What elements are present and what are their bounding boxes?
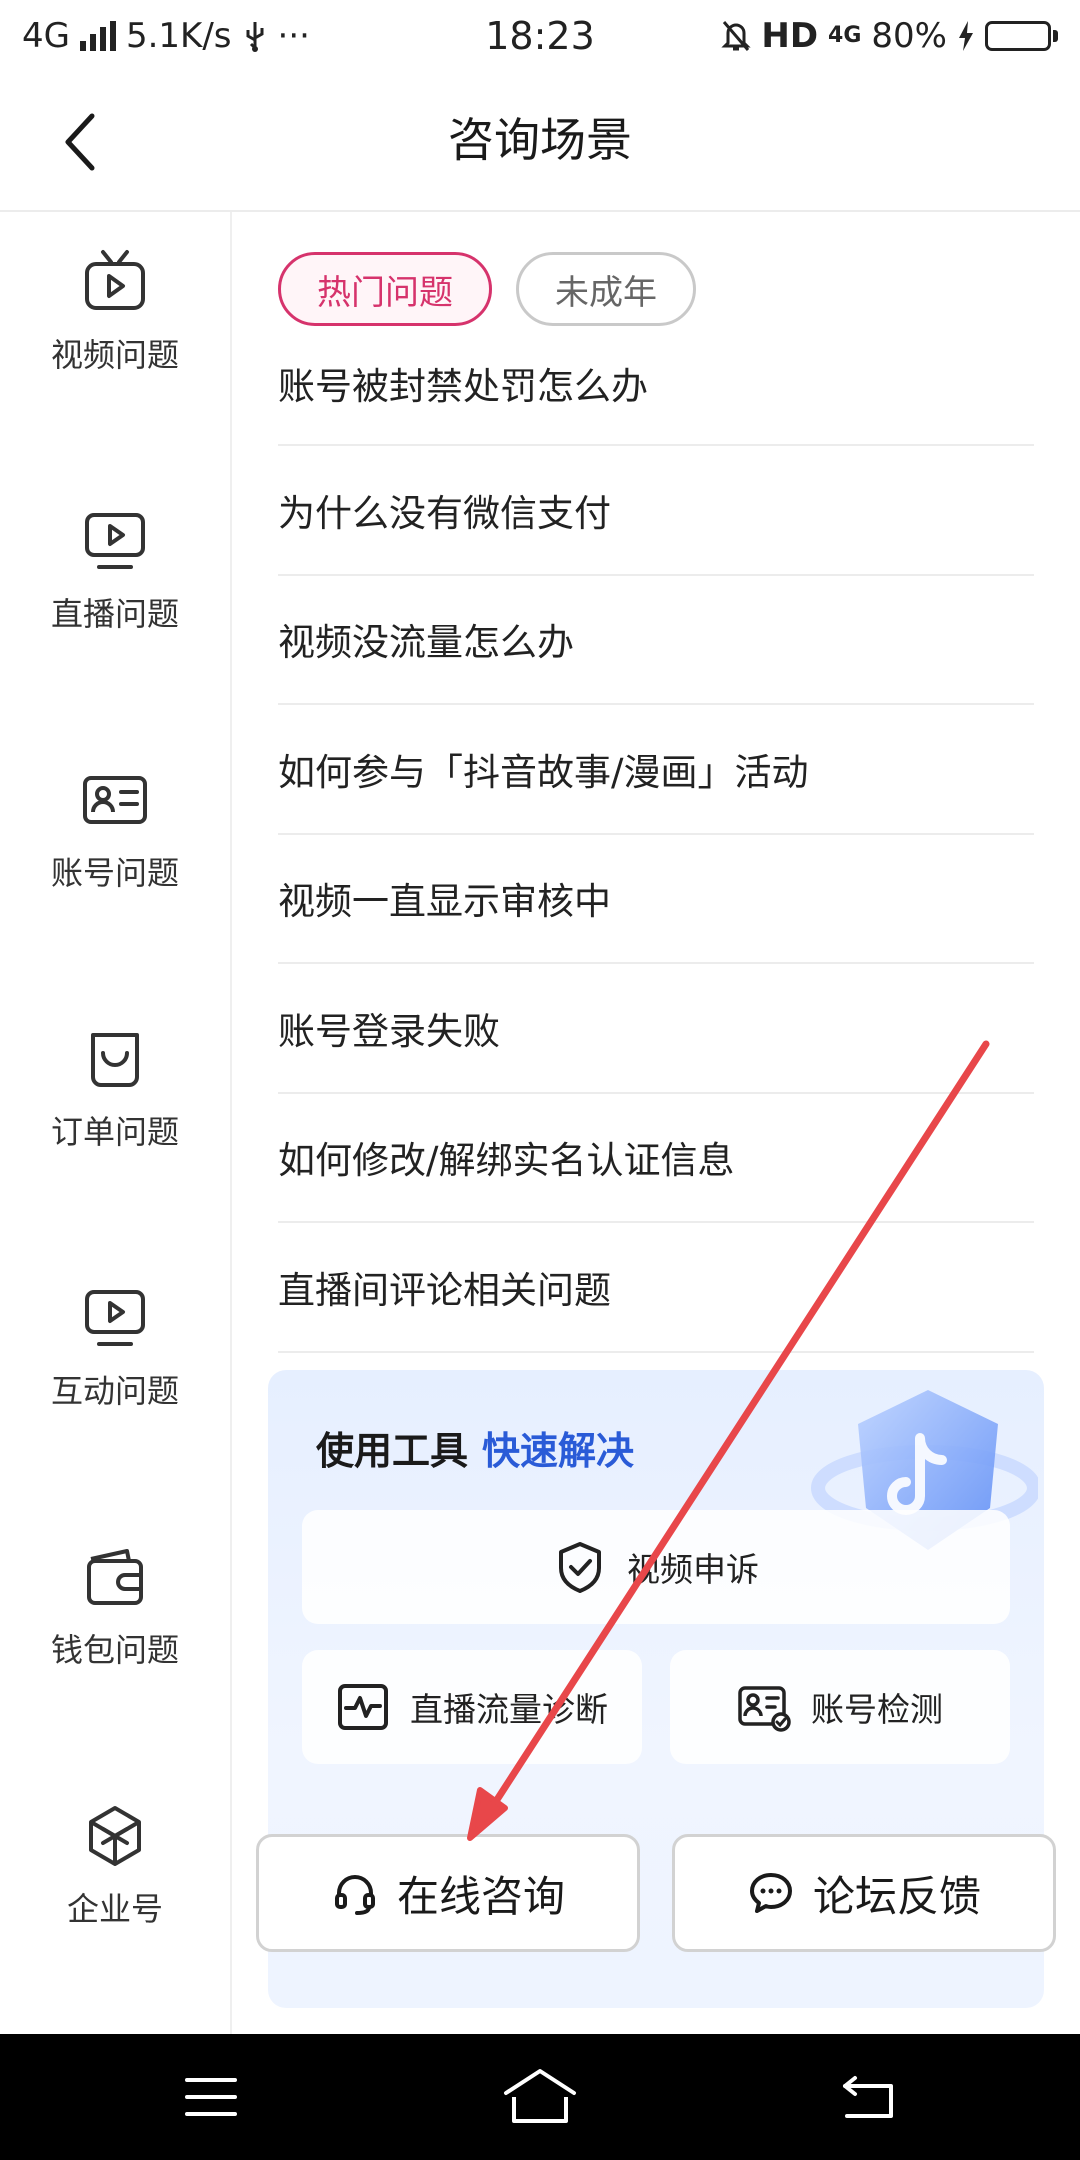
sidebar-item-interaction[interactable]: 互动问题 [0, 1284, 230, 1464]
home-button[interactable] [495, 2062, 585, 2132]
sidebar-item-label: 企业号 [66, 1890, 163, 1928]
sidebar-item-wallet[interactable]: 钱包问题 [0, 1543, 230, 1723]
account-check-button[interactable]: 账号检测 [670, 1650, 1010, 1764]
list-item[interactable]: 如何修改/解绑实名认证信息 [278, 1094, 1034, 1223]
list-item[interactable]: 视频没流量怎么办 [278, 576, 1034, 705]
video-appeal-label: 视频申诉 [627, 1550, 759, 1589]
signal-icon [79, 21, 116, 51]
network-type-right: 4G [828, 23, 862, 48]
headset-icon [334, 1875, 375, 1915]
sidebar-item-label: 账号问题 [50, 854, 179, 892]
hd-indicator: HD [761, 16, 819, 56]
forum-feedback-button[interactable]: 论坛反馈 [672, 1834, 1056, 1952]
sidebar-item-account[interactable]: 账号问题 [0, 766, 230, 946]
content-panel: 热门问题 未成年 账号被封禁处罚怎么办 为什么没有微信支付 视频没流量怎么办 如… [232, 212, 1080, 2034]
pulse-chart-icon [338, 1684, 388, 1730]
question-tabs: 热门问题 未成年 [278, 252, 696, 326]
system-nav-bar [0, 2034, 1080, 2160]
home-icon [504, 2069, 576, 2123]
sidebar-item-label: 视频问题 [50, 336, 179, 374]
chevron-left-icon [65, 113, 95, 171]
sidebar-item-label: 直播问题 [50, 595, 179, 633]
shopping-bag-icon [91, 1033, 139, 1087]
wallet-icon [87, 1549, 143, 1605]
sidebar-item-order[interactable]: 订单问题 [0, 1025, 230, 1205]
sidebar-item-label: 互动问题 [50, 1372, 179, 1410]
list-item[interactable]: 如何参与「抖音故事/漫画」活动 [278, 705, 1034, 835]
sidebar-item-video[interactable]: 视频问题 [0, 248, 230, 428]
page-title: 咨询场景 [448, 113, 632, 167]
battery-icon [985, 21, 1058, 51]
tab-minors[interactable]: 未成年 [516, 252, 696, 326]
category-sidebar: 视频问题 直播问题 账号问题 订单问题 互动问题 钱包问题 企业号 [0, 212, 232, 2034]
question-list: 账号被封禁处罚怎么办 为什么没有微信支付 视频没流量怎么办 如何参与「抖音故事/… [278, 340, 1034, 1353]
monitor-play-icon [85, 513, 145, 569]
shield-check-icon [559, 1542, 601, 1593]
tv-play-icon [85, 250, 145, 310]
list-item[interactable]: 账号登录失败 [278, 964, 1034, 1094]
clock: 18:23 [485, 14, 595, 58]
mute-bell-icon [721, 21, 751, 51]
id-card-icon [83, 776, 147, 824]
tools-title: 使用工具 快速解决 [316, 1420, 634, 1475]
live-diagnosis-label: 直播流量诊断 [410, 1690, 608, 1729]
tools-title-highlight: 快速解决 [482, 1429, 635, 1473]
menu-button[interactable] [166, 2062, 256, 2132]
sidebar-item-live[interactable]: 直播问题 [0, 507, 230, 687]
sidebar-item-label: 钱包问题 [50, 1631, 179, 1669]
back-nav-button[interactable] [824, 2062, 914, 2132]
cube-icon [89, 1806, 141, 1866]
forum-feedback-label: 论坛反馈 [812, 1871, 981, 1921]
sidebar-item-enterprise[interactable]: 企业号 [0, 1802, 230, 1982]
chat-bubble-icon [749, 1873, 792, 1913]
return-icon [843, 2076, 893, 2118]
charging-icon [959, 21, 973, 51]
menu-icon [185, 2078, 237, 2116]
list-item[interactable]: 直播间评论相关问题 [278, 1223, 1034, 1353]
tab-hot-questions[interactable]: 热门问题 [278, 252, 492, 326]
battery-percent: 80% [871, 16, 947, 56]
list-item[interactable]: 账号被封禁处罚怎么办 [278, 340, 1034, 446]
back-button[interactable] [40, 102, 120, 182]
usb-icon [246, 22, 264, 52]
tools-title-main: 使用工具 [316, 1429, 469, 1473]
status-bar: 4G 5.1K/s ··· 18:23 HD 4G 80% [0, 0, 1080, 72]
id-card-check-icon [738, 1686, 791, 1732]
list-item[interactable]: 视频一直显示审核中 [278, 835, 1034, 964]
monitor-play-icon [85, 1290, 145, 1346]
live-diagnosis-button[interactable]: 直播流量诊断 [302, 1650, 642, 1764]
account-check-label: 账号检测 [811, 1690, 943, 1729]
online-consult-button[interactable]: 在线咨询 [256, 1834, 640, 1952]
online-consult-label: 在线咨询 [396, 1871, 565, 1921]
sidebar-item-label: 订单问题 [50, 1113, 179, 1151]
list-item[interactable]: 为什么没有微信支付 [278, 446, 1034, 576]
header: 咨询场景 [0, 72, 1080, 212]
video-appeal-button[interactable]: 视频申诉 [302, 1510, 1010, 1624]
network-speed: 5.1K/s [125, 16, 232, 56]
network-type: 4G [22, 16, 70, 56]
more-indicator: ··· [277, 16, 310, 56]
